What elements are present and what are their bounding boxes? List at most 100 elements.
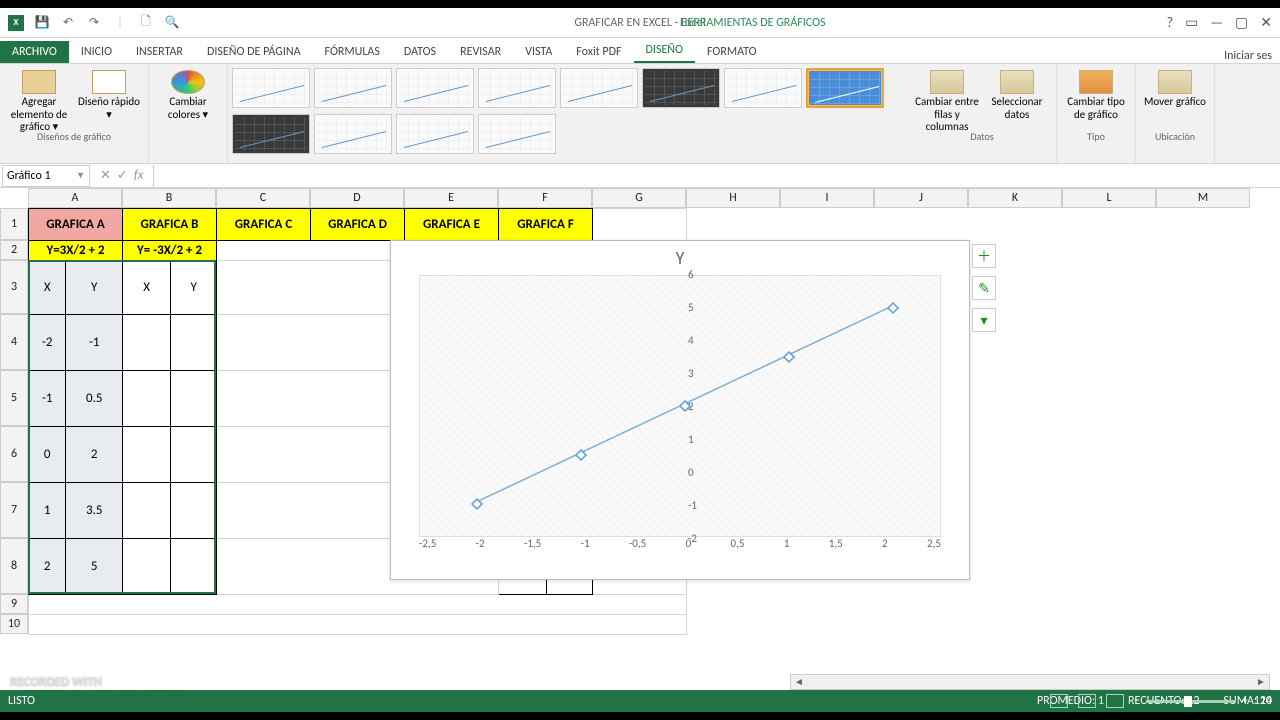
row-header-8[interactable]: 8 (0, 538, 28, 594)
zoom-out-icon[interactable]: − (1134, 694, 1140, 708)
row-header-3[interactable]: 3 (0, 260, 28, 314)
new-icon[interactable]: 🗋 (138, 15, 154, 31)
col-header-D[interactable]: D (310, 188, 404, 208)
zoom-control[interactable]: − + 124 (1134, 694, 1272, 708)
cell-C3[interactable]: X (123, 261, 171, 315)
col-header-H[interactable]: H (686, 188, 780, 208)
help-icon[interactable]: ? (1167, 14, 1174, 31)
row-header-6[interactable]: 6 (0, 426, 28, 482)
row-header-2[interactable]: 2 (0, 240, 28, 260)
cell-A6[interactable]: 0 (29, 427, 66, 483)
minimize-icon[interactable]: — (1210, 14, 1223, 31)
chart-title[interactable]: Y (391, 241, 969, 269)
chart-style-6[interactable] (642, 68, 720, 108)
chart-style-11[interactable] (396, 114, 474, 154)
col-header-M[interactable]: M (1156, 188, 1250, 208)
cell-A7[interactable]: 1 (29, 483, 66, 539)
scroll-right-icon[interactable]: ► (1253, 675, 1269, 689)
tab-view[interactable]: VISTA (513, 41, 564, 63)
scroll-left-icon[interactable]: ◄ (791, 675, 807, 689)
switch-row-column-button[interactable]: Cambiar entre filas y columnas (914, 68, 980, 136)
chart-style-2[interactable] (314, 68, 392, 108)
chart-style-4[interactable] (478, 68, 556, 108)
chart-style-5[interactable] (560, 68, 638, 108)
plot-area[interactable] (419, 275, 941, 537)
horizontal-scrollbar[interactable]: ◄ ► (790, 674, 1270, 690)
tab-foxit[interactable]: Foxit PDF (564, 41, 633, 63)
embedded-chart[interactable]: Y -2,5-2-1,5-1-0,500,511,522,5 -2-101234… (390, 240, 970, 580)
tab-home[interactable]: INICIO (69, 41, 124, 63)
tab-data[interactable]: DATOS (392, 41, 448, 63)
chart-filters-button[interactable]: ▾ (972, 308, 996, 332)
close-icon[interactable]: ✕ (1260, 14, 1272, 31)
redo-icon[interactable]: ↷ (86, 15, 102, 31)
preview-icon[interactable]: 🔍 (164, 15, 180, 31)
cell-B5[interactable]: 0.5 (66, 371, 123, 427)
view-page-layout-button[interactable] (1078, 694, 1096, 708)
row-header-10[interactable]: 10 (0, 614, 28, 634)
tab-review[interactable]: REVISAR (448, 41, 513, 63)
row-header-9[interactable]: 9 (0, 594, 28, 614)
header-grafica-d[interactable]: GRAFICA D (311, 209, 405, 241)
chart-style-8[interactable] (806, 68, 884, 108)
header-grafica-b[interactable]: GRAFICA B (123, 209, 217, 241)
col-header-K[interactable]: K (968, 188, 1062, 208)
enter-formula-icon[interactable]: ✓ (117, 168, 128, 183)
tab-file[interactable]: ARCHIVO (0, 41, 69, 63)
chart-style-7[interactable] (724, 68, 802, 108)
row-header-4[interactable]: 4 (0, 314, 28, 370)
row-header-1[interactable]: 1 (0, 208, 28, 240)
move-chart-button[interactable]: Mover gráfico (1142, 68, 1208, 111)
col-header-J[interactable]: J (874, 188, 968, 208)
fx-icon[interactable]: fx (134, 168, 144, 183)
header-grafica-c[interactable]: GRAFICA C (217, 209, 311, 241)
col-header-I[interactable]: I (780, 188, 874, 208)
cell-B8[interactable]: 5 (66, 539, 123, 595)
cell-B3[interactable]: Y (66, 261, 123, 315)
col-header-L[interactable]: L (1062, 188, 1156, 208)
cell-A4[interactable]: -2 (29, 315, 66, 371)
change-chart-type-button[interactable]: Cambiar tipo de gráfico (1063, 68, 1129, 123)
col-header-F[interactable]: F (498, 188, 592, 208)
chart-style-1[interactable] (232, 68, 310, 108)
cell-A3[interactable]: X (29, 261, 66, 315)
add-chart-element-button[interactable]: Agregar elemento de gráfico ▾ (6, 68, 72, 136)
cell-B7[interactable]: 3.5 (66, 483, 123, 539)
worksheet-grid[interactable]: ABCDEFGHIJKLM 12345678910 GRAFICA A GRAF… (0, 188, 1280, 648)
cell-D3[interactable]: Y (171, 261, 217, 315)
col-header-G[interactable]: G (592, 188, 686, 208)
chart-style-9[interactable] (232, 114, 310, 154)
view-normal-button[interactable] (1050, 694, 1068, 708)
header-grafica-f[interactable]: GRAFICA F (499, 209, 593, 241)
view-page-break-button[interactable] (1106, 694, 1124, 708)
header-grafica-a[interactable]: GRAFICA A (29, 209, 123, 241)
zoom-percent[interactable]: 124 (1254, 694, 1272, 708)
tab-design[interactable]: DISEÑO (634, 39, 695, 63)
col-header-A[interactable]: A (28, 188, 122, 208)
tab-formulas[interactable]: FÓRMULAS (313, 41, 392, 63)
cell-B6[interactable]: 2 (66, 427, 123, 483)
zoom-in-icon[interactable]: + (1242, 694, 1248, 708)
undo-icon[interactable]: ↶ (60, 15, 76, 31)
chart-style-3[interactable] (396, 68, 474, 108)
eq-a[interactable]: Y=3X/2 + 2 (29, 241, 123, 261)
formula-bar[interactable] (153, 165, 1280, 187)
chart-elements-button[interactable]: ＋ (972, 244, 996, 268)
tab-insert[interactable]: INSERTAR (124, 41, 195, 63)
chart-style-12[interactable] (478, 114, 556, 154)
sign-in-link[interactable]: Iniciar ses (1224, 49, 1272, 63)
col-header-B[interactable]: B (122, 188, 216, 208)
header-grafica-e[interactable]: GRAFICA E (405, 209, 499, 241)
maximize-icon[interactable]: ▢ (1235, 14, 1248, 31)
cell-A5[interactable]: -1 (29, 371, 66, 427)
row-header-7[interactable]: 7 (0, 482, 28, 538)
change-colors-button[interactable]: Cambiar colores ▾ (155, 68, 221, 123)
chart-style-10[interactable] (314, 114, 392, 154)
quick-layout-button[interactable]: Diseño rápido ▾ (76, 68, 142, 123)
save-icon[interactable]: 💾 (34, 15, 50, 31)
tab-format[interactable]: FORMATO (695, 41, 769, 63)
col-header-C[interactable]: C (216, 188, 310, 208)
tab-page-layout[interactable]: DISEÑO DE PÁGINA (195, 41, 313, 63)
col-header-E[interactable]: E (404, 188, 498, 208)
eq-b[interactable]: Y= -3X/2 + 2 (123, 241, 217, 261)
